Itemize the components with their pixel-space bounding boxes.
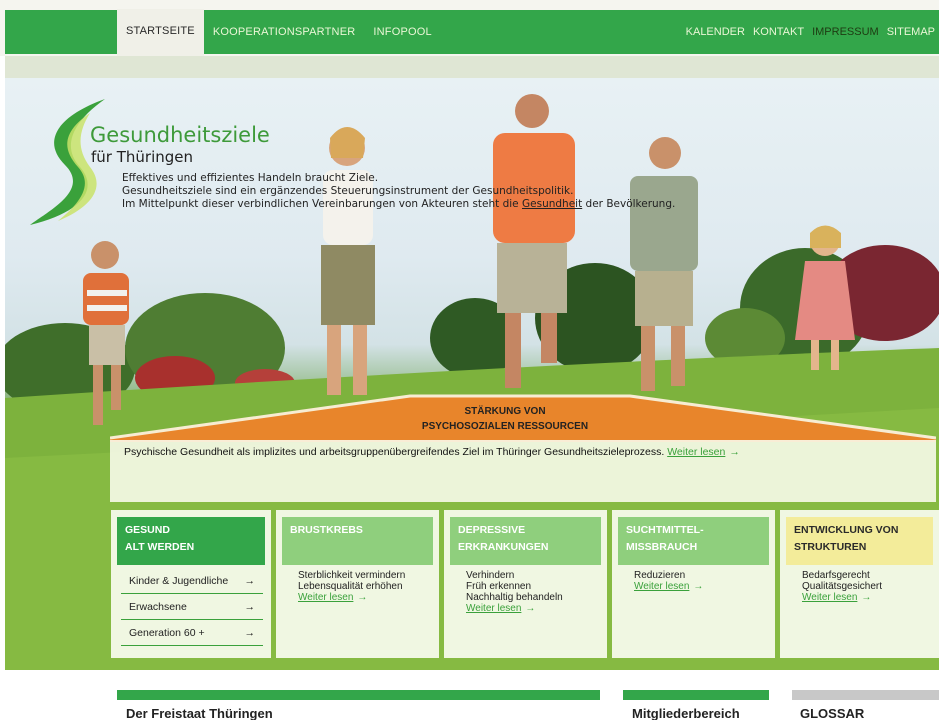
section-title-mitgliederbereich[interactable]: Mitgliederbereich	[632, 706, 740, 720]
intro-line-1: Effektives und effizientes Handeln brauc…	[122, 172, 379, 184]
card-title-line-1: SUCHTMITTEL-	[626, 524, 704, 536]
card-entwicklung-von-strukturen: ENTWICKLUNG VON STRUKTUREN Bedarfsgerech…	[780, 510, 939, 658]
card-line: Lebensqualität erhöhen	[298, 581, 403, 592]
arrow-right-icon: →	[244, 626, 256, 639]
intro-line-3-end: der Bevölkerung.	[585, 198, 676, 210]
feature-more-link[interactable]: Weiter lesen	[667, 446, 725, 458]
card-header[interactable]: GESUND ALT WERDEN	[117, 517, 265, 565]
card-title-line-1: DEPRESSIVE	[458, 524, 526, 536]
list-item-kinder[interactable]: Kinder & Jugendliche →	[121, 568, 263, 594]
card-title-line-1: ENTWICKLUNG VON	[794, 524, 899, 536]
card-title-line-2: STRUKTUREN	[794, 541, 867, 553]
card-body: Bedarfsgerecht Qualitätsgesichert Weiter…	[802, 570, 931, 603]
feature-title-line-2: PSYCHOSOZIALEN RESSOURCEN	[421, 421, 589, 432]
nav-kalender[interactable]: KALENDER	[682, 10, 749, 54]
section-title-freistaat[interactable]: Der Freistaat Thüringen	[126, 706, 273, 720]
card-header[interactable]: DEPRESSIVE ERKRANKUNGEN	[450, 517, 601, 565]
gesundheit-link[interactable]: Gesundheit	[522, 198, 582, 210]
arrow-right-icon: →	[693, 581, 704, 592]
intro-line-2: Gesundheitsziele sind ein ergänzendes St…	[122, 185, 574, 197]
feature-title[interactable]: STÄRKUNG VON PSYCHOSOZIALEN RESSOURCEN	[370, 404, 640, 434]
card-title-line-2: ERKRANKUNGEN	[458, 541, 549, 553]
card-header[interactable]: SUCHTMITTEL- MISSBRAUCH	[618, 517, 769, 565]
arrow-right-icon: →	[729, 446, 740, 458]
card-title-line-2: MISSBRAUCH	[626, 541, 698, 553]
card-line: Verhindern	[466, 570, 515, 581]
feature-teaser-text: Psychische Gesundheit als implizites und…	[124, 446, 740, 458]
nav-kontakt[interactable]: KONTAKT	[749, 10, 808, 54]
list-item-generation-60[interactable]: Generation 60 + →	[121, 620, 263, 646]
card-suchtmittelmissbrauch: SUCHTMITTEL- MISSBRAUCH Reduzieren Weite…	[612, 510, 775, 658]
list-item-erwachsene[interactable]: Erwachsene →	[121, 594, 263, 620]
list-item-label: Erwachsene	[129, 600, 187, 613]
card-gesund-alt-werden: GESUND ALT WERDEN Kinder & Jugendliche → …	[111, 510, 271, 658]
logo-subtitle: für Thüringen	[91, 148, 193, 166]
arrow-right-icon: →	[525, 603, 536, 614]
card-body: Verhindern Früh erkennen Nachhaltig beha…	[466, 570, 599, 614]
card-more-link[interactable]: Weiter lesen	[802, 592, 857, 603]
nav-kooperationspartner[interactable]: KOOPERATIONSPARTNER	[204, 10, 365, 54]
nav-infopool[interactable]: INFOPOOL	[364, 10, 440, 54]
intro-line-3-start: Im Mittelpunkt dieser verbindlichen Vere…	[122, 198, 519, 210]
card-title-line-1: GESUND	[125, 524, 170, 536]
feature-title-line-1: STÄRKUNG VON	[464, 406, 546, 417]
intro-text: Effektives und effizientes Handeln brauc…	[122, 172, 675, 211]
card-line: Früh erkennen	[466, 581, 532, 592]
main-nav: STARTSEITE KOOPERATIONSPARTNER INFOPOOL	[117, 8, 441, 56]
list-item-label: Kinder & Jugendliche	[129, 574, 229, 587]
card-body: Reduzieren Weiter lesen →	[634, 570, 767, 592]
sub-band	[5, 56, 939, 78]
card-more-link[interactable]: Weiter lesen	[466, 603, 521, 614]
nav-sitemap[interactable]: SITEMAP	[883, 10, 939, 54]
section-bar-freistaat	[117, 690, 600, 700]
nav-startseite[interactable]: STARTSEITE	[117, 8, 204, 56]
arrow-right-icon: →	[861, 592, 872, 603]
feature-description: Psychische Gesundheit als implizites und…	[124, 446, 665, 458]
arrow-right-icon: →	[244, 574, 256, 587]
section-title-glossar[interactable]: GLOSSAR	[800, 706, 864, 720]
card-title-line-1: BRUSTKREBS	[290, 524, 363, 536]
card-line: Reduzieren	[634, 570, 686, 581]
card-title-line-2: ALT WERDEN	[125, 541, 195, 553]
card-line: Qualitätsgesichert	[802, 581, 883, 592]
card-brustkrebs: BRUSTKREBS Sterblichkeit vermindern Lebe…	[276, 510, 439, 658]
card-more-link[interactable]: Weiter lesen	[634, 581, 689, 592]
card-depressive-erkrankungen: DEPRESSIVE ERKRANKUNGEN Verhindern Früh …	[444, 510, 607, 658]
meta-nav: KALENDER KONTAKT IMPRESSUM SITEMAP	[682, 10, 939, 54]
intro-line-3: Im Mittelpunkt dieser verbindlichen Vere…	[122, 198, 675, 211]
logo-title: Gesundheitsziele	[90, 123, 270, 147]
card-header[interactable]: ENTWICKLUNG VON STRUKTUREN	[786, 517, 933, 565]
card-line: Nachhaltig behandeln	[466, 592, 563, 603]
card-line: Sterblichkeit vermindern	[298, 570, 406, 581]
arrow-right-icon: →	[357, 592, 368, 603]
card-body: Sterblichkeit vermindern Lebensqualität …	[298, 570, 431, 603]
nav-impressum[interactable]: IMPRESSUM	[808, 10, 883, 54]
section-bar-mitglieder	[623, 690, 769, 700]
woman-figure	[321, 127, 375, 395]
list-item-label: Generation 60 +	[129, 626, 205, 639]
card-more-link[interactable]: Weiter lesen	[298, 592, 353, 603]
section-bar-glossar	[792, 690, 939, 700]
card-line: Bedarfsgerecht	[802, 570, 870, 581]
age-group-list: Kinder & Jugendliche → Erwachsene → Genera…	[121, 568, 263, 646]
arrow-right-icon: →	[244, 600, 256, 613]
card-header[interactable]: BRUSTKREBS	[282, 517, 433, 565]
